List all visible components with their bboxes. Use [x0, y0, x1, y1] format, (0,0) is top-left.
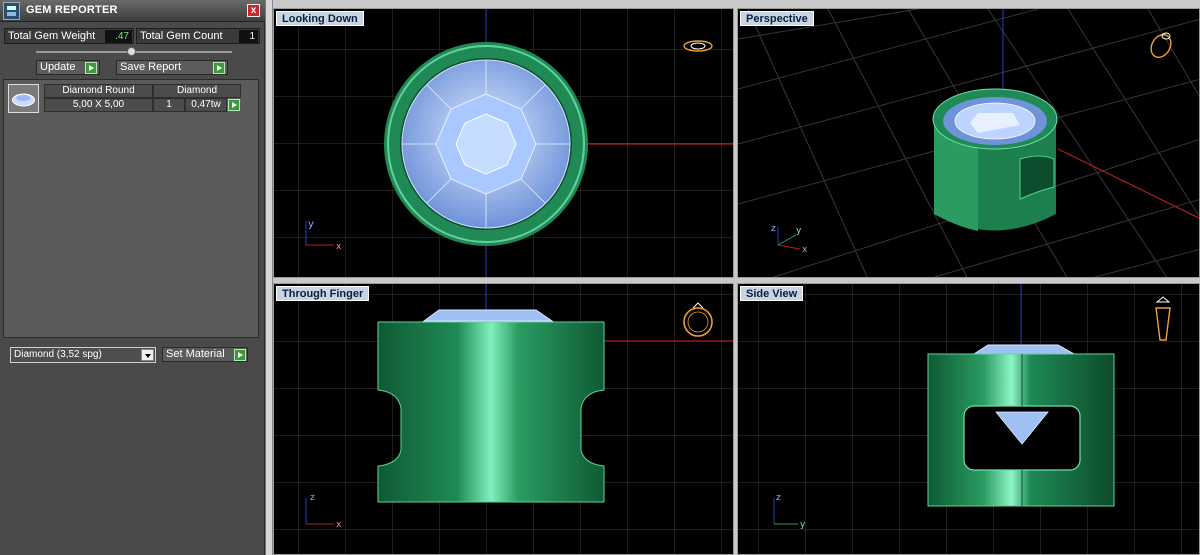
- save-report-button[interactable]: Save Report: [116, 60, 228, 75]
- perspective-scene: z y x: [738, 9, 1199, 277]
- report-slider-handle[interactable]: [127, 47, 136, 56]
- axis-y-label: y: [308, 219, 314, 230]
- gem-count-cell: 1: [153, 98, 185, 112]
- axis-z-label: z: [310, 493, 315, 503]
- axis-x-label: x: [802, 245, 808, 255]
- gem-name-cell: Diamond Round: [44, 84, 153, 98]
- panel-splitter[interactable]: [265, 0, 273, 555]
- gem-reporter-panel: GEM REPORTER x Total Gem Weight .47 Tota…: [0, 0, 265, 555]
- viewport-through-finger[interactable]: z x Through Finger: [273, 283, 734, 555]
- axis-x-label: x: [336, 520, 342, 530]
- material-dropdown[interactable]: Diamond (3,52 spg): [10, 347, 156, 363]
- close-icon[interactable]: x: [247, 4, 260, 17]
- gem-row-play-icon[interactable]: [228, 99, 240, 111]
- gem-list: Diamond Round Diamond 5,00 X 5,00 1 0,47…: [3, 79, 259, 338]
- total-gem-weight-label: Total Gem Weight: [8, 30, 96, 42]
- gem-reporter-app-icon: [3, 2, 20, 20]
- viewport-title-perspective: Perspective: [740, 11, 814, 26]
- looking-down-scene: y x: [274, 9, 733, 277]
- play-arrow-icon: [213, 62, 225, 74]
- total-gem-count-label: Total Gem Count: [140, 30, 223, 42]
- viewport-title-through-finger: Through Finger: [276, 286, 370, 301]
- viewport-title-side-view: Side View: [740, 286, 804, 301]
- viewport-looking-down[interactable]: y x Looking Down: [273, 8, 734, 278]
- panel-titlebar[interactable]: GEM REPORTER x: [0, 0, 265, 22]
- axis-y-label: y: [800, 520, 806, 530]
- total-gem-count-value: 1: [239, 30, 258, 43]
- axis-x-label: x: [336, 242, 342, 252]
- axis-y-label: y: [796, 226, 802, 236]
- play-arrow-icon: [234, 349, 246, 361]
- gem-size-cell: 5,00 X 5,00: [44, 98, 153, 112]
- gem-weight-cell: 0,47tw: [185, 98, 227, 112]
- list-item[interactable]: Diamond Round Diamond 5,00 X 5,00 1 0,47…: [8, 84, 241, 113]
- viewport-perspective[interactable]: z y x Perspective: [737, 8, 1200, 278]
- gem-material-cell: Diamond: [153, 84, 241, 98]
- app-window: GEM REPORTER x Total Gem Weight .47 Tota…: [0, 0, 1200, 555]
- diamond-thumbnail-icon: [8, 84, 39, 113]
- panel-title: GEM REPORTER: [26, 4, 118, 16]
- total-gem-weight-value: .47: [105, 30, 132, 43]
- axis-z-label: z: [771, 224, 776, 234]
- play-arrow-icon: [85, 62, 97, 74]
- set-material-button[interactable]: Set Material: [162, 347, 248, 362]
- side-view-scene: z y: [738, 284, 1199, 554]
- viewport-title-looking-down: Looking Down: [276, 11, 364, 26]
- axis-z-label: z: [776, 493, 781, 503]
- through-finger-scene: z x: [274, 284, 733, 554]
- total-gem-count-box: Total Gem Count 1: [136, 28, 260, 44]
- total-gem-weight-box: Total Gem Weight .47: [4, 28, 134, 44]
- update-button[interactable]: Update: [36, 60, 100, 75]
- chevron-down-icon[interactable]: [141, 349, 154, 361]
- viewport-side-view[interactable]: z y Side View: [737, 283, 1200, 555]
- ring-perspective-mini-icon: [1150, 32, 1172, 59]
